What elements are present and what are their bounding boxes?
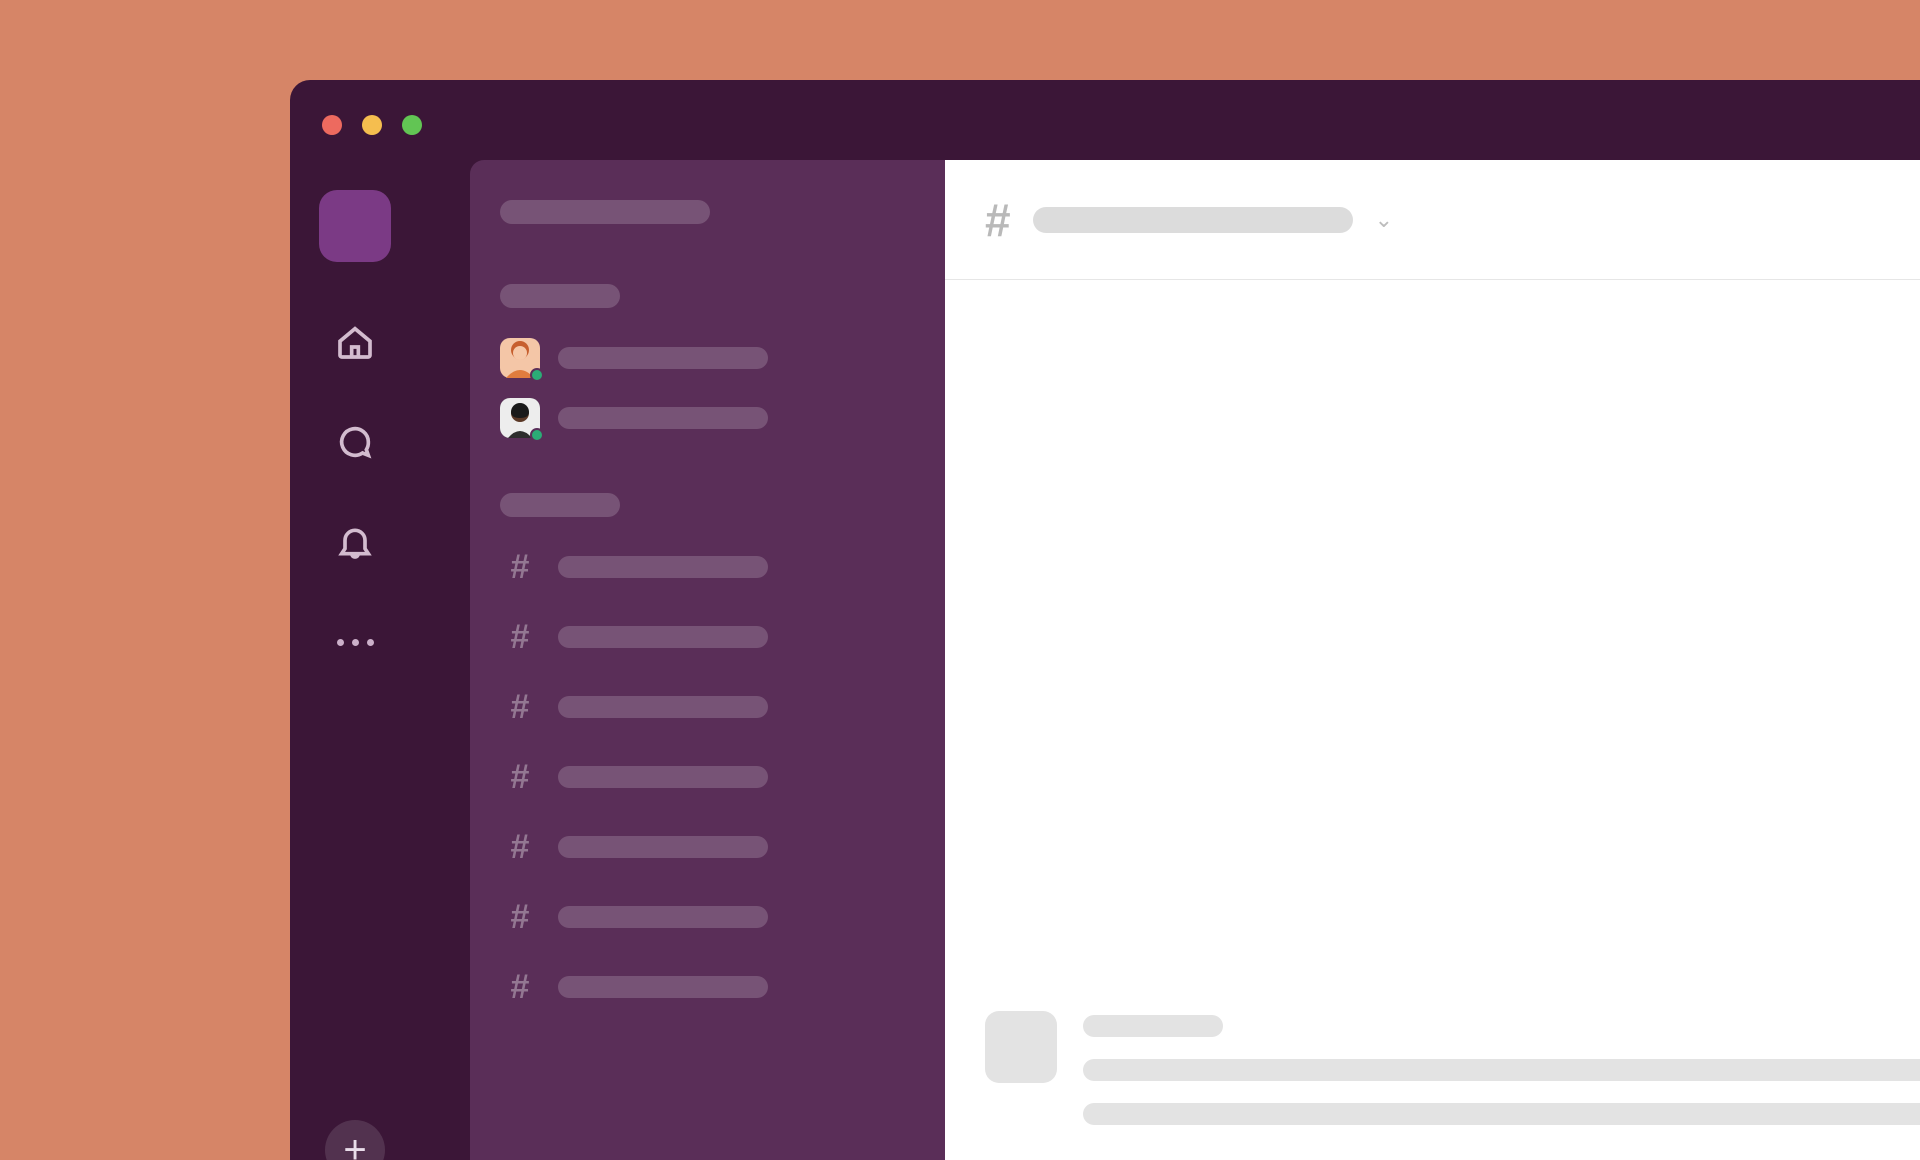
channel-item[interactable]: # xyxy=(500,617,915,657)
channel-header: # ⌄ xyxy=(945,160,1920,280)
hash-icon: # xyxy=(500,970,540,1004)
create-new-button[interactable]: + xyxy=(325,1120,385,1160)
home-icon[interactable] xyxy=(335,322,375,362)
hash-icon: # xyxy=(500,760,540,794)
hash-icon: # xyxy=(500,900,540,934)
channel-name-placeholder xyxy=(558,626,768,648)
hash-icon: # xyxy=(500,690,540,724)
activity-bell-icon[interactable] xyxy=(335,522,375,562)
message-line-placeholder xyxy=(1083,1103,1920,1125)
message-body xyxy=(1083,1011,1920,1125)
channel-title-placeholder[interactable] xyxy=(1033,207,1353,233)
channel-name-placeholder xyxy=(558,556,768,578)
message-line-placeholder xyxy=(1083,1059,1920,1081)
dm-item[interactable] xyxy=(500,338,915,378)
workspace-name-placeholder[interactable] xyxy=(500,200,710,224)
channels-section-header-placeholder[interactable] xyxy=(500,493,620,517)
channel-item[interactable]: # xyxy=(500,967,915,1007)
avatar-placeholder xyxy=(985,1011,1057,1083)
hash-icon: # xyxy=(500,830,540,864)
channel-sidebar: # # # # # # # xyxy=(470,160,945,1160)
channel-name-placeholder xyxy=(558,976,768,998)
presence-online-icon xyxy=(530,368,544,382)
more-icon[interactable] xyxy=(335,622,375,662)
main-pane: # ⌄ xyxy=(945,160,1920,1160)
app-window: + # # # xyxy=(290,80,1920,1160)
close-window-button[interactable] xyxy=(322,115,342,135)
dm-item[interactable] xyxy=(500,398,915,438)
channel-item[interactable]: # xyxy=(500,827,915,867)
dm-section-header-placeholder[interactable] xyxy=(500,284,620,308)
hash-icon: # xyxy=(500,550,540,584)
hash-icon: # xyxy=(500,620,540,654)
dm-name-placeholder xyxy=(558,347,768,369)
workspace-rail: + xyxy=(290,160,420,1160)
presence-online-icon xyxy=(530,428,544,442)
channel-name-placeholder xyxy=(558,906,768,928)
channel-item[interactable]: # xyxy=(500,547,915,587)
channel-item[interactable]: # xyxy=(500,757,915,797)
channel-name-placeholder xyxy=(558,696,768,718)
workspace-switcher-tile[interactable] xyxy=(319,190,391,262)
avatar xyxy=(500,338,540,378)
channel-item[interactable]: # xyxy=(500,897,915,937)
minimize-window-button[interactable] xyxy=(362,115,382,135)
channel-item[interactable]: # xyxy=(500,687,915,727)
dms-icon[interactable] xyxy=(335,422,375,462)
channel-name-placeholder xyxy=(558,766,768,788)
chevron-down-icon[interactable]: ⌄ xyxy=(1375,207,1393,233)
zoom-window-button[interactable] xyxy=(402,115,422,135)
message-author-placeholder xyxy=(1083,1015,1223,1037)
message-item xyxy=(985,1011,1920,1125)
window-controls xyxy=(322,115,422,135)
plus-icon: + xyxy=(343,1128,366,1160)
hash-icon: # xyxy=(985,193,1011,247)
dm-name-placeholder xyxy=(558,407,768,429)
avatar xyxy=(500,398,540,438)
channel-name-placeholder xyxy=(558,836,768,858)
